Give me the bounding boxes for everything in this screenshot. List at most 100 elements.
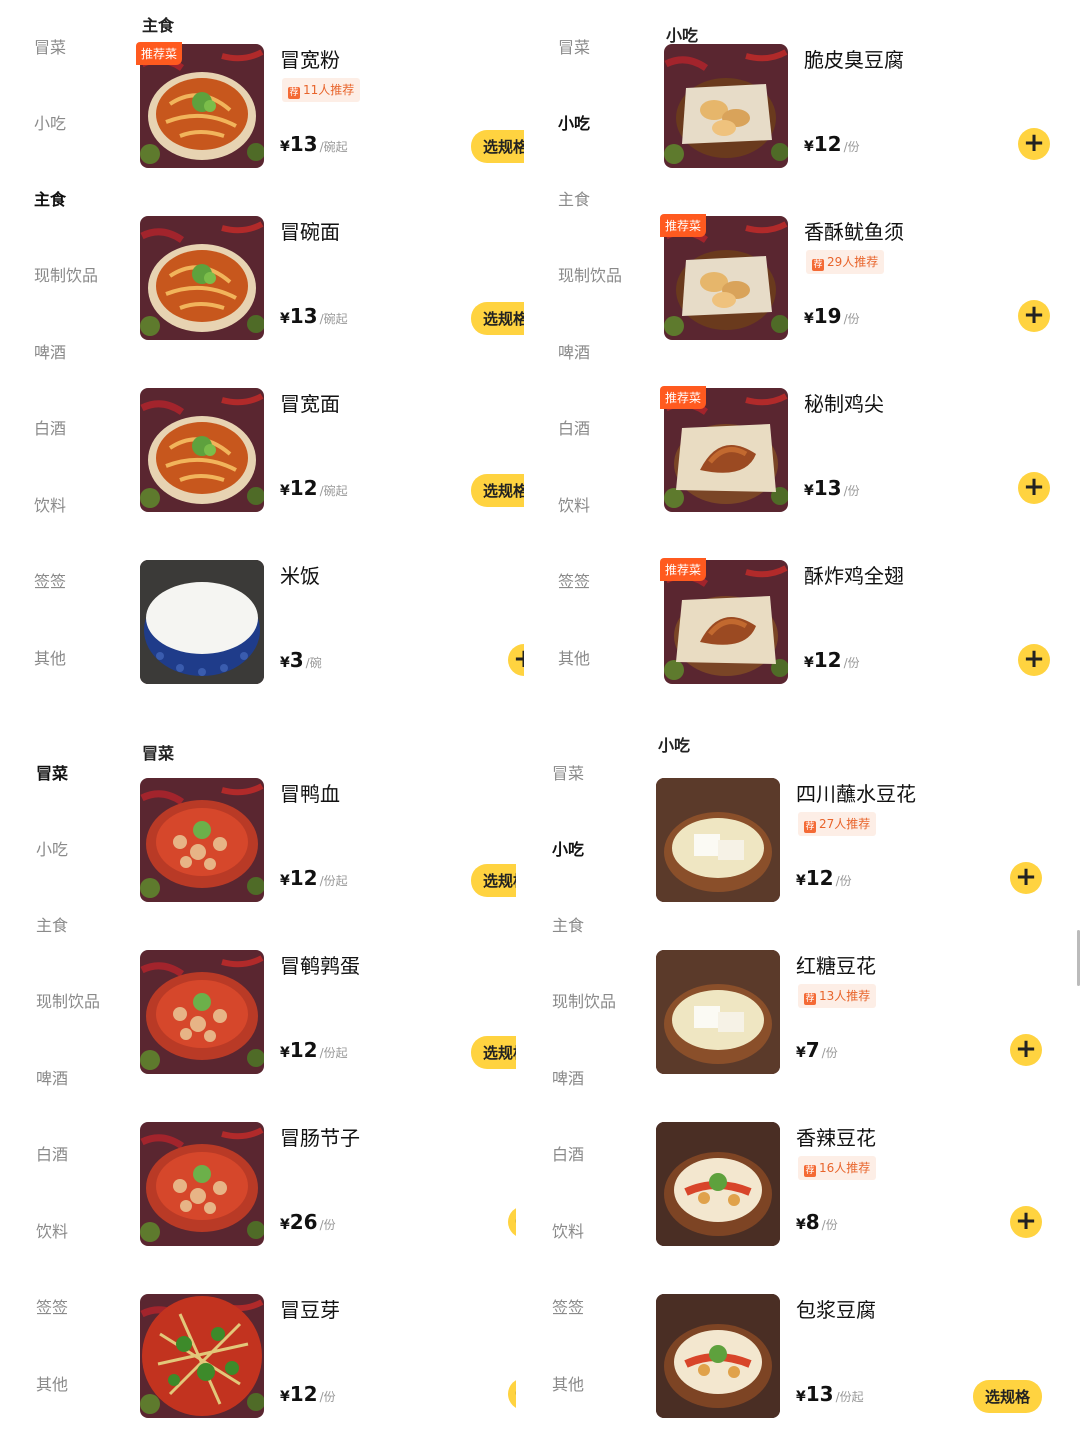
dish-photo[interactable] [140, 778, 264, 902]
sidebar-category[interactable]: 主食 [36, 912, 68, 936]
sidebar-category[interactable]: 白酒 [552, 1141, 584, 1165]
sidebar-category[interactable]: 其他 [558, 645, 590, 669]
recommend-count: 16人推荐 [819, 1161, 871, 1175]
price-unit: /份 [843, 312, 860, 326]
dish-photo[interactable] [664, 44, 788, 168]
sidebar-category[interactable]: 签签 [558, 568, 590, 592]
dish-price: ¥13/碗起 [280, 132, 348, 156]
dish-photo[interactable] [656, 778, 780, 902]
recommend-count-tag: 荐 11人推荐 [282, 78, 361, 102]
recommend-count: 27人推荐 [819, 817, 871, 831]
dish-photo[interactable] [656, 950, 780, 1074]
sidebar-category[interactable]: 饮料 [34, 492, 66, 516]
dish-photo[interactable] [656, 1294, 780, 1418]
dish-photo[interactable] [140, 216, 264, 340]
sidebar-category[interactable]: 小吃 [34, 110, 66, 134]
sidebar-category[interactable]: 签签 [36, 1294, 68, 1318]
dish-photo[interactable] [140, 388, 264, 512]
price-unit: /碗起 [319, 312, 348, 326]
sidebar-category[interactable]: 小吃 [36, 836, 68, 860]
add-to-cart-button[interactable]: + [1018, 128, 1050, 160]
price-unit: /份 [319, 1390, 336, 1404]
sidebar-category[interactable]: 啤酒 [34, 339, 66, 363]
dish-item[interactable]: 推荐菜 秘制鸡尖 ¥13/份 + [660, 386, 1064, 518]
sidebar-category[interactable]: 冒菜 [34, 34, 66, 58]
dish-price: ¥12/份 [280, 1382, 336, 1406]
dish-item[interactable]: 推荐菜 香酥鱿鱼须荐 29人推荐 ¥19/份 + [660, 214, 1064, 346]
thumbs-up-icon: 荐 [804, 821, 816, 833]
sidebar-category[interactable]: 饮料 [552, 1218, 584, 1242]
menu-panel: 冒菜 小吃 主食 现制饮品 啤酒 白酒 饮料 签签 其他 主食 推荐菜 冒宽粉荐 11人推荐 ¥13/碗起… [0, 0, 540, 720]
dish-item[interactable]: 冒鹌鹑蛋 ¥12/份起 选规格 [140, 950, 540, 1080]
dish-name: 秘制鸡尖 [804, 392, 884, 416]
add-to-cart-button[interactable]: + [1018, 472, 1050, 504]
sidebar-category[interactable]: 白酒 [558, 415, 590, 439]
dish-item[interactable]: 冒豆芽¥12/份+ [140, 1294, 540, 1424]
dish-photo[interactable] [140, 950, 264, 1074]
sidebar-category[interactable]: 主食 [34, 186, 66, 210]
sidebar-category[interactable]: 现制饮品 [558, 262, 622, 286]
dish-item[interactable]: 红糖豆花荐 13人推荐 ¥7/份 + [656, 950, 1056, 1080]
dish-photo[interactable] [140, 1122, 264, 1246]
sidebar-category[interactable]: 现制饮品 [34, 262, 98, 286]
recommend-count-tag: 荐 13人推荐 [798, 984, 877, 1008]
select-spec-button[interactable]: 选规格 [972, 1380, 1042, 1413]
recommend-count: 11人推荐 [303, 83, 355, 97]
currency-symbol: ¥ [796, 1389, 806, 1405]
sidebar-category[interactable]: 小吃 [558, 110, 590, 134]
sidebar-category[interactable]: 其他 [36, 1371, 68, 1395]
add-to-cart-button[interactable]: + [1018, 300, 1050, 332]
price-value: 12 [289, 866, 318, 890]
dish-item[interactable]: 米饭¥3/碗+ [140, 560, 540, 690]
dish-item[interactable]: 四川蘸水豆花荐 27人推荐 ¥12/份 + [656, 778, 1056, 908]
price-value: 13 [289, 304, 318, 328]
dish-item[interactable]: 推荐菜 冒宽粉荐 11人推荐 ¥13/碗起 选规格 [136, 42, 540, 174]
category-sidebar: 冒菜小吃主食现制饮品啤酒白酒饮料签签其他 [524, 0, 644, 720]
sidebar-category[interactable]: 冒菜 [552, 760, 584, 784]
sidebar-category[interactable]: 冒菜 [558, 34, 590, 58]
sidebar-category[interactable]: 冒菜 [36, 760, 68, 784]
sidebar-category[interactable]: 白酒 [34, 415, 66, 439]
dish-photo[interactable] [140, 1294, 264, 1418]
sidebar-category[interactable]: 饮料 [558, 492, 590, 516]
sidebar-category[interactable]: 啤酒 [552, 1065, 584, 1089]
sidebar-category[interactable]: 啤酒 [558, 339, 590, 363]
dish-item[interactable]: 脆皮臭豆腐 ¥12/份 + [664, 44, 1064, 174]
dish-photo[interactable] [140, 560, 264, 684]
dish-item[interactable]: 冒碗面 ¥13/碗起 选规格 [140, 216, 540, 346]
dish-item[interactable]: 冒宽面 ¥12/碗起 选规格 [140, 388, 540, 518]
sidebar-category[interactable]: 主食 [552, 912, 584, 936]
sidebar-category[interactable]: 现制饮品 [552, 988, 616, 1012]
add-to-cart-button[interactable]: + [1018, 644, 1050, 676]
sidebar-category[interactable]: 主食 [558, 186, 590, 210]
dish-photo[interactable] [656, 1122, 780, 1246]
recommend-count-tag: 荐 16人推荐 [798, 1156, 877, 1180]
thumbs-up-icon: 荐 [804, 1165, 816, 1177]
sidebar-category[interactable]: 饮料 [36, 1218, 68, 1242]
dish-item[interactable]: 推荐菜 酥炸鸡全翅 ¥12/份 + [660, 558, 1064, 690]
add-to-cart-button[interactable]: + [1010, 1034, 1042, 1066]
currency-symbol: ¥ [280, 655, 290, 671]
sidebar-category[interactable]: 其他 [34, 645, 66, 669]
currency-symbol: ¥ [280, 873, 290, 889]
dish-item[interactable]: 冒肠节子¥26/份+ [140, 1122, 540, 1252]
dish-price: ¥12/份起 [280, 1038, 348, 1062]
price-value: 7 [805, 1038, 820, 1062]
sidebar-category[interactable]: 白酒 [36, 1141, 68, 1165]
sidebar-category[interactable]: 签签 [34, 568, 66, 592]
sidebar-category[interactable]: 小吃 [552, 836, 584, 860]
sidebar-category[interactable]: 啤酒 [36, 1065, 68, 1089]
category-sidebar: 冒菜小吃主食现制饮品啤酒白酒饮料签签其他 [0, 720, 120, 1440]
sidebar-category[interactable]: 签签 [552, 1294, 584, 1318]
price-value: 19 [813, 304, 842, 328]
dish-item[interactable]: 冒鸭血 ¥12/份起 选规格 [140, 778, 540, 908]
add-to-cart-button[interactable]: + [1010, 862, 1042, 894]
dish-item[interactable]: 香辣豆花荐 16人推荐 ¥8/份 + [656, 1122, 1056, 1252]
price-value: 12 [289, 1382, 318, 1406]
dish-price: ¥7/份 [796, 1038, 838, 1062]
sidebar-category[interactable]: 现制饮品 [36, 988, 100, 1012]
dish-item[interactable]: 包浆豆腐 ¥13/份起 选规格 [656, 1294, 1056, 1424]
sidebar-category[interactable]: 其他 [552, 1371, 584, 1395]
dish-price: ¥13/份起 [796, 1382, 864, 1406]
add-to-cart-button[interactable]: + [1010, 1206, 1042, 1238]
